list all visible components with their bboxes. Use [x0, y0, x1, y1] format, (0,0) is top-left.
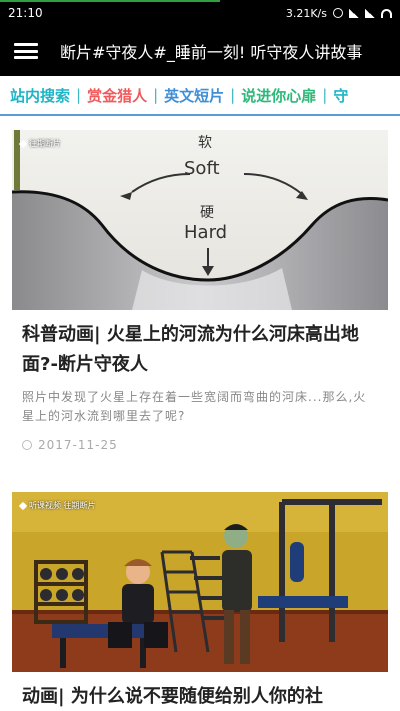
tab-0[interactable]: 站内搜索: [10, 85, 70, 106]
article-card[interactable]: 软 Soft 硬 Hard 往期断片 科普动画| 火星上的河流为什么河床高出地面…: [12, 130, 388, 452]
gym-scene-illustration: [12, 492, 388, 672]
soft-cn-label: 软: [198, 135, 212, 151]
article-thumbnail[interactable]: 听课视频 往期断片: [12, 492, 388, 672]
tab-1[interactable]: 赏金猎人: [87, 85, 147, 106]
page-title: 断片#守夜人#_睡前一刻! 听守夜人讲故事: [60, 43, 363, 62]
signal-icon-2: [365, 8, 375, 18]
status-bar: 21:10 3.21K/s: [0, 0, 400, 26]
tab-3[interactable]: 说进你心扉: [241, 85, 316, 106]
tab-separator: |: [230, 86, 236, 104]
article-thumbnail[interactable]: 软 Soft 硬 Hard 往期断片: [12, 130, 388, 310]
article-description: 照片中发现了火星上存在着一些宽阔而弯曲的河床...那么,火星上的河水流到哪里去了…: [22, 390, 367, 423]
category-tabs: 站内搜索 | 赏金猎人 | 英文短片 | 说进你心扉 | 守: [0, 76, 400, 116]
hard-cn-label: 硬: [200, 205, 214, 221]
soft-en-label: Soft: [184, 158, 220, 179]
hard-en-label: Hard: [184, 222, 228, 243]
hamburger-menu-icon[interactable]: [14, 41, 38, 61]
page-load-progress: [0, 0, 220, 2]
tab-2[interactable]: 英文短片: [164, 85, 224, 106]
article-title[interactable]: 动画| 为什么说不要随便给别人你的社: [12, 682, 388, 711]
wifi-icon: [381, 8, 392, 18]
tag-icon: [18, 501, 28, 510]
clock-icon: [22, 440, 32, 450]
article-tags: 往期断片: [18, 138, 61, 149]
article-tags: 听课视频 往期断片: [18, 500, 96, 511]
status-time: 21:10: [8, 6, 43, 20]
app-bar: 断片#守夜人#_睡前一刻! 听守夜人讲故事: [0, 26, 400, 76]
status-icons: 3.21K/s: [286, 7, 392, 20]
article-card[interactable]: 听课视频 往期断片 动画| 为什么说不要随便给别人你的社: [12, 492, 388, 711]
tag-text: 听课视频 往期断片: [29, 501, 96, 510]
tab-separator: |: [322, 86, 328, 104]
tab-4[interactable]: 守: [333, 85, 348, 106]
article-date: 2017-11-25: [12, 438, 388, 452]
network-speed: 3.21K/s: [285, 6, 327, 20]
article-title[interactable]: 科普动画| 火星上的河流为什么河床高出地面?-断片守夜人: [12, 320, 388, 380]
tab-separator: |: [76, 86, 82, 104]
signal-icon: [349, 8, 359, 18]
tag-icon: [18, 139, 28, 148]
tab-separator: |: [153, 86, 159, 104]
article-feed: 软 Soft 硬 Hard 往期断片 科普动画| 火星上的河流为什么河床高出地面…: [0, 116, 400, 711]
article-date-text: 2017-11-25: [38, 438, 118, 452]
tag-text: 往期断片: [29, 139, 61, 148]
alarm-icon: [333, 8, 343, 18]
